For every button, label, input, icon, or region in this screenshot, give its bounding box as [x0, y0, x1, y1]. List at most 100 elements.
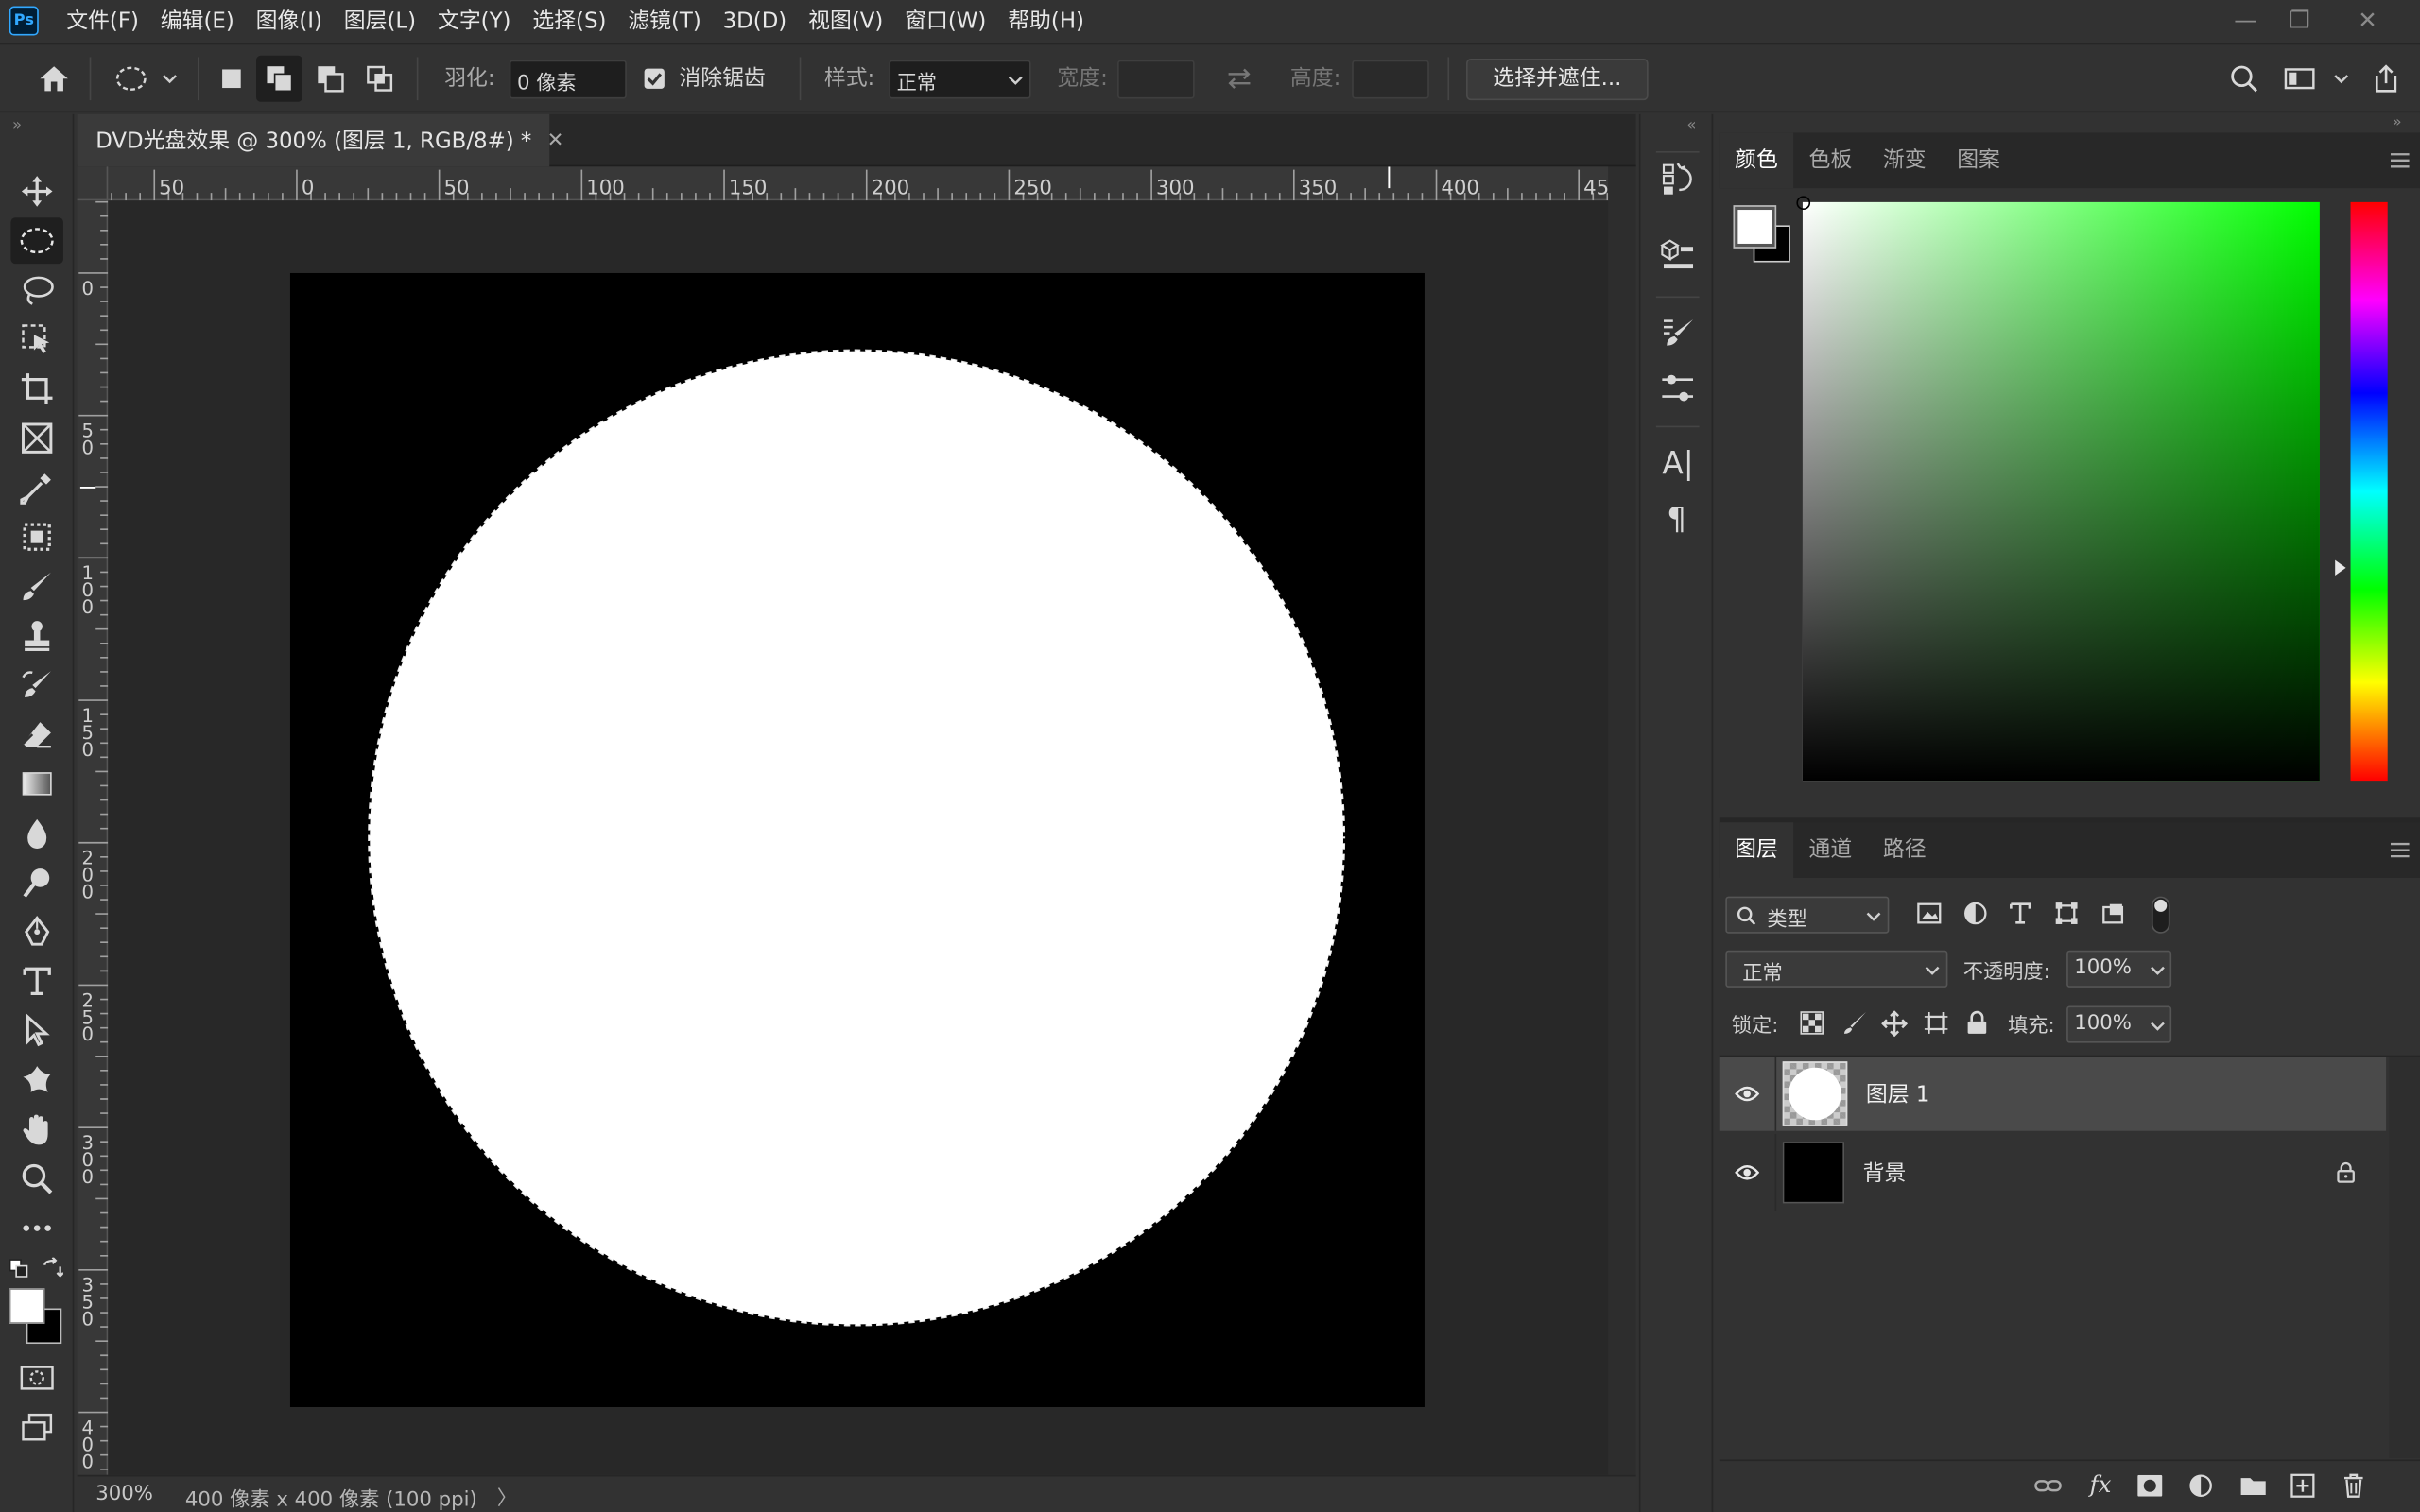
intersect-selection-button[interactable]: [358, 44, 402, 112]
dodge-tool[interactable]: [10, 859, 63, 905]
more-tools-button[interactable]: [10, 1205, 63, 1251]
canvas-area[interactable]: [108, 200, 1609, 1475]
menu-item[interactable]: 编辑(E): [149, 0, 245, 43]
path-selection-tool[interactable]: [10, 1007, 63, 1054]
filter-smart-object-icon[interactable]: [2100, 901, 2125, 925]
close-window-button[interactable]: ✕: [2340, 0, 2395, 43]
menu-item[interactable]: 3D(D): [712, 0, 797, 43]
chevron-down-icon[interactable]: [154, 44, 185, 112]
filter-toggle[interactable]: [2151, 896, 2170, 934]
zoom-level[interactable]: 300%: [95, 1483, 153, 1505]
subtract-selection-button[interactable]: [309, 44, 353, 112]
collapse-dock-icon[interactable]: «: [1686, 117, 1696, 134]
fx-icon[interactable]: fx: [2090, 1470, 2112, 1498]
color-field[interactable]: [1796, 196, 2320, 782]
status-menu-arrow-icon[interactable]: 〉: [497, 1481, 517, 1510]
elliptical-marquee-tool[interactable]: [10, 217, 63, 265]
layer-name[interactable]: 背景: [1863, 1157, 1907, 1188]
delete-layer-icon[interactable]: [2342, 1473, 2364, 1498]
filter-adjustment-icon[interactable]: [1963, 901, 1988, 925]
new-layer-icon[interactable]: [2290, 1473, 2315, 1498]
fill-input[interactable]: 100%: [2066, 1005, 2172, 1043]
new-adjustment-layer-icon[interactable]: [2188, 1473, 2213, 1498]
blur-tool[interactable]: [10, 810, 63, 856]
layer-name[interactable]: 图层 1: [1866, 1078, 1930, 1109]
share-button[interactable]: [2364, 44, 2408, 112]
clone-stamp-tool[interactable]: [10, 612, 63, 659]
layer-visibility-toggle[interactable]: [1720, 1163, 1775, 1182]
tab-patterns[interactable]: 图案: [1942, 132, 2015, 188]
menu-item[interactable]: 文件(F): [56, 0, 150, 43]
collapse-toolbar-icon[interactable]: »: [12, 117, 22, 134]
menu-item[interactable]: 图层(L): [333, 0, 426, 43]
frame-tool[interactable]: [10, 415, 63, 461]
circle-selection[interactable]: [290, 273, 1425, 1407]
brush-tool[interactable]: [10, 563, 63, 610]
lock-position-icon[interactable]: [1881, 1010, 1908, 1038]
tab-layers[interactable]: 图层: [1719, 822, 1794, 878]
color-picker-marker[interactable]: [1796, 196, 1811, 211]
new-selection-button[interactable]: [212, 44, 251, 112]
link-layers-icon[interactable]: [2034, 1475, 2062, 1497]
menu-item[interactable]: 文字(Y): [427, 0, 522, 43]
panel-menu-icon[interactable]: [2389, 151, 2411, 170]
menu-item[interactable]: 图像(I): [245, 0, 333, 43]
select-and-mask-button[interactable]: 选择并遮住...: [1466, 59, 1649, 101]
layer-row-layer1[interactable]: 图层 1: [1719, 1057, 2387, 1131]
color-panel-foreground-swatch[interactable]: [1733, 205, 1777, 249]
ruler-origin[interactable]: [77, 166, 109, 201]
default-colors-icon[interactable]: [9, 1259, 28, 1278]
restore-button[interactable]: ❐: [2272, 0, 2327, 43]
history-panel-icon[interactable]: [1659, 161, 1696, 198]
tab-paths[interactable]: 路径: [1868, 822, 1942, 878]
character-panel-icon[interactable]: A|: [1662, 444, 1693, 481]
document-tab[interactable]: DVD光盘效果 @ 300% (图层 1, RGB/8#) * ✕: [77, 113, 563, 167]
minimize-button[interactable]: —: [2218, 0, 2273, 43]
hue-slider[interactable]: [2350, 201, 2388, 782]
lock-image-pixels-icon[interactable]: [1842, 1010, 1867, 1035]
spot-healing-tool[interactable]: [10, 514, 63, 560]
expand-dock-icon[interactable]: »: [2393, 114, 2402, 131]
paragraph-panel-icon[interactable]: ¶: [1667, 500, 1686, 537]
eraser-tool[interactable]: [10, 712, 63, 758]
lock-artboard-icon[interactable]: [1923, 1010, 1949, 1035]
tab-color[interactable]: 颜色: [1719, 132, 1794, 189]
custom-shape-tool[interactable]: [10, 1057, 63, 1103]
chevron-down-icon[interactable]: [2327, 44, 2355, 112]
foreground-color-swatch[interactable]: [9, 1288, 45, 1324]
workspace-button[interactable]: [2278, 44, 2322, 112]
layer-row-background[interactable]: 背景: [1719, 1133, 2387, 1211]
document-canvas[interactable]: [289, 272, 1425, 1407]
add-mask-icon[interactable]: [2137, 1474, 2163, 1497]
adjustments-icon[interactable]: [1659, 370, 1696, 407]
blend-mode-select[interactable]: 正常: [1725, 950, 1948, 988]
antialias-checkbox[interactable]: [639, 44, 670, 112]
menu-item[interactable]: 选择(S): [522, 0, 617, 43]
object-selection-tool[interactable]: [10, 317, 63, 363]
new-group-icon[interactable]: [2239, 1475, 2267, 1497]
layer-thumbnail[interactable]: [1782, 1061, 1848, 1126]
type-tool[interactable]: [10, 958, 63, 1005]
search-button[interactable]: [2222, 44, 2266, 112]
add-to-selection-button[interactable]: [256, 55, 302, 102]
layers-scrollbar[interactable]: [2389, 1057, 2420, 1458]
lock-all-icon[interactable]: [1966, 1010, 1988, 1035]
layer-filter-select[interactable]: 类型: [1725, 896, 1890, 934]
3d-panel-icon[interactable]: [1659, 237, 1696, 274]
menu-item[interactable]: 窗口(W): [894, 0, 997, 43]
tab-channels[interactable]: 通道: [1793, 822, 1867, 878]
pen-tool[interactable]: [10, 909, 63, 955]
brush-settings-icon[interactable]: [1659, 315, 1696, 352]
eyedropper-tool[interactable]: [10, 464, 63, 510]
gradient-tool[interactable]: [10, 761, 63, 807]
lock-transparent-pixels-icon[interactable]: [1800, 1010, 1824, 1035]
tool-preset-picker[interactable]: [108, 44, 154, 112]
history-brush-tool[interactable]: [10, 662, 63, 708]
layer-visibility-toggle[interactable]: [1720, 1085, 1775, 1104]
filter-shape-icon[interactable]: [2054, 901, 2079, 925]
hand-tool[interactable]: [10, 1107, 63, 1153]
filter-type-icon[interactable]: [2008, 901, 2032, 925]
menu-item[interactable]: 帮助(H): [997, 0, 1096, 43]
swap-colors-icon[interactable]: [42, 1257, 63, 1280]
hue-slider-handle[interactable]: [2335, 559, 2346, 576]
